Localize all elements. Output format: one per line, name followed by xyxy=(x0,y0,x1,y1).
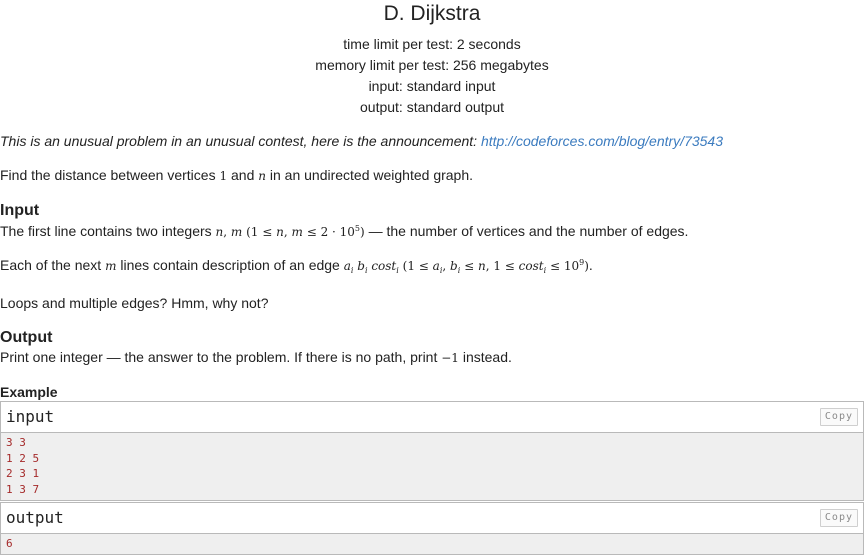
math-edge-constraint: ai bi costi (1 ≤ ai, bi ≤ n, 1 ≤ costi ≤… xyxy=(343,258,589,275)
vertex-n: n xyxy=(258,169,266,183)
problem-title: D. Dijkstra xyxy=(383,2,481,25)
output-text: instead. xyxy=(458,349,512,365)
time-limit: time limit per test: 2 seconds xyxy=(343,36,521,52)
input-text: — the number of vertices and the number … xyxy=(364,223,689,239)
statement-text: and xyxy=(227,167,259,183)
output-file: output: standard output xyxy=(360,99,504,115)
statement-text: in an undirected weighted graph. xyxy=(265,167,474,183)
sample-input-line: 3 3 xyxy=(6,436,26,449)
input-file: input: standard input xyxy=(368,78,496,94)
memory-limit: memory limit per test: 256 megabytes xyxy=(315,57,549,73)
input-text: lines contain description of an edge xyxy=(116,257,344,273)
input-text: . xyxy=(588,257,593,273)
statement-paragraph: Find the distance between vertices 1 and… xyxy=(0,166,473,185)
input-line-1: The first line contains two integers n, … xyxy=(0,222,688,241)
output-section-title: Output xyxy=(0,329,53,346)
sample-input-line: 1 2 5 xyxy=(6,451,40,465)
statement-text: Find the distance between vertices xyxy=(0,167,220,183)
input-text: The first line contains two integers xyxy=(0,223,216,239)
sample-input-body: 3 3 1 2 5 2 3 1 1 3 7 xyxy=(1,433,863,501)
announcement-text: This is an unusual problem in an unusual… xyxy=(0,133,481,149)
math-m: m xyxy=(105,259,117,273)
copy-output-button[interactable]: Copy xyxy=(819,509,858,527)
output-line-1: Print one integer — the answer to the pr… xyxy=(0,348,512,367)
input-line-2: Each of the next m lines contain descrip… xyxy=(0,256,593,275)
input-line-3: Loops and multiple edges? Hmm, why not? xyxy=(0,295,269,311)
sample-output-box: output Copy 6 xyxy=(0,502,864,555)
input-text: Each of the next xyxy=(0,257,106,273)
sample-input-line: 1 3 7 xyxy=(6,483,40,497)
sample-input-label: input xyxy=(6,407,55,426)
vertex-one: 1 xyxy=(219,169,228,183)
math-constraint-nm: n, m (1 ≤ n, m ≤ 2 · 105) xyxy=(215,224,365,240)
sample-input-line: 2 3 1 xyxy=(6,467,40,481)
announcement: This is an unusual problem in an unusual… xyxy=(0,132,723,150)
sample-output-body: 6 xyxy=(1,534,863,555)
copy-input-button[interactable]: Copy xyxy=(819,408,858,426)
sample-output-label: output xyxy=(6,508,64,527)
sample-output-header: output Copy xyxy=(1,503,863,534)
output-text: Print one integer — the answer to the pr… xyxy=(0,349,442,365)
sample-input-header: input Copy xyxy=(1,402,863,433)
math-minus-one: −1 xyxy=(441,351,459,365)
sample-input-box: input Copy 3 3 1 2 5 2 3 1 1 3 7 xyxy=(0,401,864,501)
announcement-link[interactable]: http://codeforces.com/blog/entry/73543 xyxy=(481,133,723,149)
input-section-title: Input xyxy=(0,202,40,219)
sample-output-line: 6 xyxy=(6,537,13,550)
example-title: Example xyxy=(0,384,58,400)
